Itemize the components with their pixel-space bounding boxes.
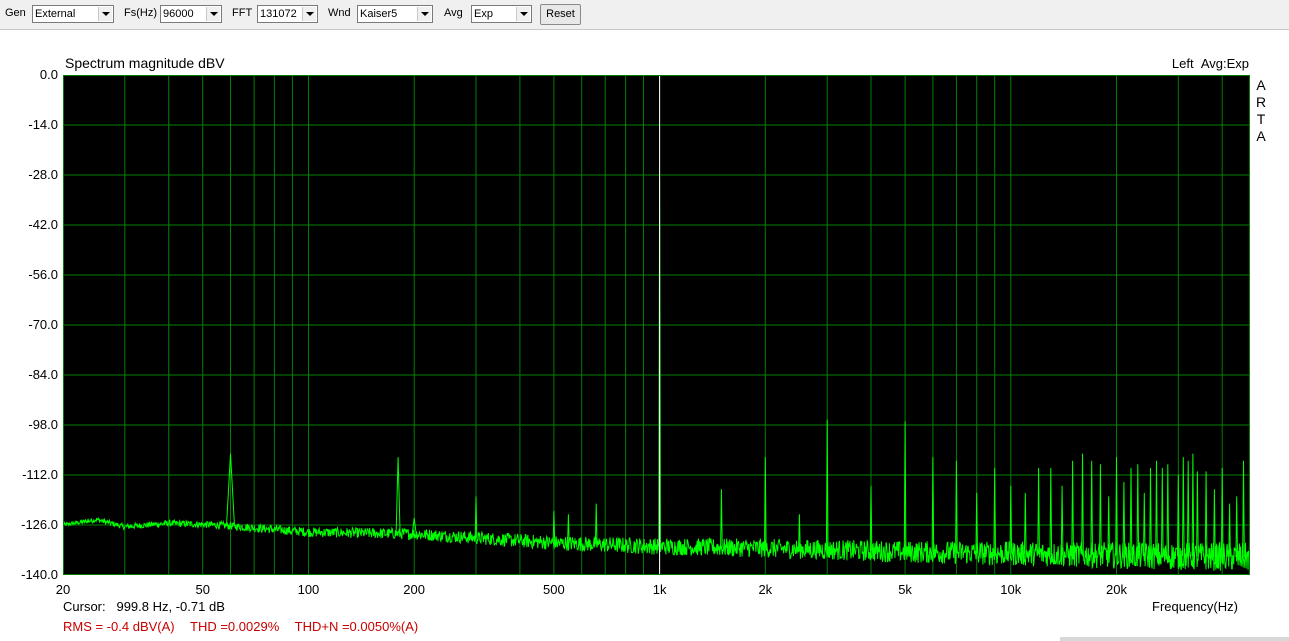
chevron-down-icon[interactable] (417, 7, 431, 21)
toolbar: Gen External Fs(Hz) 96000 FFT 131072 Wnd… (0, 0, 1289, 30)
chevron-down-icon[interactable] (516, 7, 530, 21)
y-tick-label: -56.0 (28, 267, 58, 282)
measurement-stats: RMS = -0.4 dBV(A) THD =0.0029% THD+N =0.… (63, 619, 430, 634)
x-tick-label: 50 (195, 582, 210, 597)
y-tick-label: -84.0 (28, 367, 58, 382)
thdn-readout: THD+N =0.0050%(A) (294, 619, 419, 634)
x-tick-label: 20 (55, 582, 71, 597)
chevron-down-icon[interactable] (206, 7, 220, 21)
wnd-label: Wnd (328, 7, 351, 19)
reset-button[interactable]: Reset (540, 4, 581, 25)
y-tick-label: -126.0 (21, 517, 58, 532)
x-tick-label: 20k (1106, 582, 1127, 597)
avg-select[interactable]: Exp (471, 5, 532, 23)
y-tick-label: -70.0 (28, 317, 58, 332)
y-tick-label: -98.0 (28, 417, 58, 432)
window-select[interactable]: Kaiser5 (357, 5, 433, 23)
fft-label: FFT (232, 7, 253, 19)
chevron-down-icon[interactable] (302, 7, 316, 21)
rms-readout: RMS = -0.4 dBV(A) (63, 619, 175, 634)
x-axis-label: Frequency(Hz) (1152, 599, 1238, 614)
x-tick-label: 200 (403, 582, 426, 597)
fft-select-value: 131072 (260, 8, 297, 20)
cursor-value: 999.8 Hz, -0.71 dB (116, 599, 225, 614)
arta-logo-letter: A (1256, 128, 1266, 144)
fft-select[interactable]: 131072 (257, 5, 318, 23)
x-tick-label: 5k (898, 582, 912, 597)
y-tick-label: -14.0 (28, 117, 58, 132)
arta-logo: A R T A (1255, 77, 1267, 145)
y-tick-label: 0.0 (39, 67, 58, 82)
arta-logo-letter: A (1256, 77, 1266, 93)
y-tick-label: -140.0 (21, 567, 58, 582)
arta-logo-letter: T (1256, 111, 1266, 127)
fs-label: Fs(Hz) (124, 7, 157, 19)
x-tick-label: 10k (1000, 582, 1022, 597)
avg-mode-label: Avg:Exp (1200, 56, 1249, 71)
status-bar-edge (1060, 637, 1289, 641)
avg-label: Avg (444, 7, 463, 19)
fs-select-value: 96000 (163, 8, 194, 20)
chevron-down-icon[interactable] (98, 7, 112, 21)
y-tick-label: -28.0 (28, 167, 58, 182)
gen-select-value: External (35, 8, 76, 20)
fs-select[interactable]: 96000 (160, 5, 222, 23)
window-select-value: Kaiser5 (360, 8, 398, 20)
spectrum-plot[interactable] (63, 75, 1250, 575)
avg-select-value: Exp (474, 8, 493, 20)
plot-channel-info: Left Avg:Exp (1172, 56, 1249, 71)
x-tick-label: 500 (543, 582, 565, 597)
x-tick-label: 100 (297, 582, 320, 597)
y-tick-label: -42.0 (28, 217, 58, 232)
plot-title: Spectrum magnitude dBV (65, 55, 225, 71)
thd-readout: THD =0.0029% (190, 619, 280, 634)
gen-select[interactable]: External (32, 5, 114, 23)
x-tick-label: 2k (758, 582, 773, 597)
cursor-label: Cursor: (63, 599, 106, 614)
gen-label: Gen (5, 7, 26, 19)
cursor-readout: Cursor: 999.8 Hz, -0.71 dB (63, 599, 225, 614)
channel-label: Left (1171, 56, 1194, 71)
y-tick-label: -112.0 (22, 467, 58, 482)
x-tick-label: 1k (652, 582, 667, 597)
arta-logo-letter: R (1255, 94, 1267, 110)
